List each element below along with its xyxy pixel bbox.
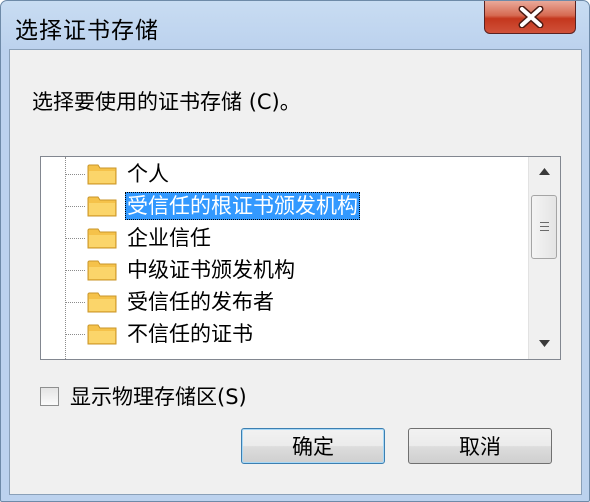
tree-branch bbox=[65, 334, 85, 335]
tree-item-untrusted-certificates[interactable]: 不信任的证书 bbox=[65, 318, 525, 350]
folder-icon bbox=[87, 324, 117, 345]
prompt-text: 选择要使用的证书存储 bbox=[32, 90, 242, 114]
tree-item-label: 受信任的发布者 bbox=[127, 290, 274, 314]
dialog-window: 选择证书存储 选择要使用的证书存储 (C)。 个人 受信任的根证书颁发机构 企业… bbox=[0, 0, 590, 502]
close-button[interactable] bbox=[484, 1, 576, 34]
dialog-client-area: 选择要使用的证书存储 (C)。 个人 受信任的根证书颁发机构 企业信任 中级证书… bbox=[9, 49, 582, 495]
scroll-thumb[interactable] bbox=[531, 195, 557, 259]
close-icon bbox=[518, 6, 544, 28]
scroll-up-button[interactable] bbox=[529, 157, 560, 187]
tree-branch bbox=[65, 302, 85, 303]
tree-branch bbox=[65, 174, 85, 175]
folder-icon bbox=[87, 164, 117, 185]
thumb-grip-line bbox=[540, 222, 549, 223]
certificate-store-tree[interactable]: 个人 受信任的根证书颁发机构 企业信任 中级证书颁发机构 受信任的发布者 不信任… bbox=[40, 156, 561, 360]
tree-item-label: 中级证书颁发机构 bbox=[127, 258, 295, 282]
tree-item-trusted-root-ca[interactable]: 受信任的根证书颁发机构 bbox=[65, 190, 525, 222]
tree-item-label: 不信任的证书 bbox=[127, 322, 253, 346]
folder-icon bbox=[87, 260, 117, 281]
prompt-suffix: 。 bbox=[279, 90, 301, 114]
vertical-scrollbar[interactable] bbox=[528, 157, 560, 359]
tree-item-label: 受信任的根证书颁发机构 bbox=[125, 192, 360, 220]
checkbox-text: 显示物理存储区 bbox=[70, 385, 217, 409]
thumb-grip-line bbox=[540, 230, 549, 231]
folder-icon bbox=[87, 196, 117, 217]
cancel-button[interactable]: 取消 bbox=[408, 428, 552, 464]
folder-icon bbox=[87, 228, 117, 249]
tree-branch bbox=[65, 270, 85, 271]
show-physical-stores-checkbox[interactable] bbox=[40, 387, 59, 406]
tree-item-label: 个人 bbox=[127, 162, 169, 186]
title-bar[interactable]: 选择证书存储 bbox=[1, 1, 589, 49]
tree-item-enterprise-trust[interactable]: 企业信任 bbox=[65, 222, 525, 254]
prompt-accelerator: (C) bbox=[248, 90, 280, 114]
prompt-label: 选择要使用的证书存储 (C)。 bbox=[32, 86, 301, 116]
tree-branch bbox=[65, 206, 85, 207]
scroll-down-button[interactable] bbox=[529, 329, 560, 359]
arrow-down-icon bbox=[539, 340, 550, 347]
tree-item-trusted-publishers[interactable]: 受信任的发布者 bbox=[65, 286, 525, 318]
folder-icon bbox=[87, 292, 117, 313]
tree-item-label: 企业信任 bbox=[127, 226, 211, 250]
window-title: 选择证书存储 bbox=[15, 18, 159, 44]
ok-button[interactable]: 确定 bbox=[241, 428, 385, 464]
tree-item-intermediate-ca[interactable]: 中级证书颁发机构 bbox=[65, 254, 525, 286]
arrow-up-icon bbox=[539, 168, 550, 175]
show-physical-stores-label[interactable]: 显示物理存储区(S) bbox=[70, 383, 247, 411]
thumb-grip-line bbox=[540, 226, 549, 227]
tree-item-personal[interactable]: 个人 bbox=[65, 158, 525, 190]
checkbox-accelerator: (S) bbox=[217, 385, 247, 409]
tree-branch bbox=[65, 238, 85, 239]
